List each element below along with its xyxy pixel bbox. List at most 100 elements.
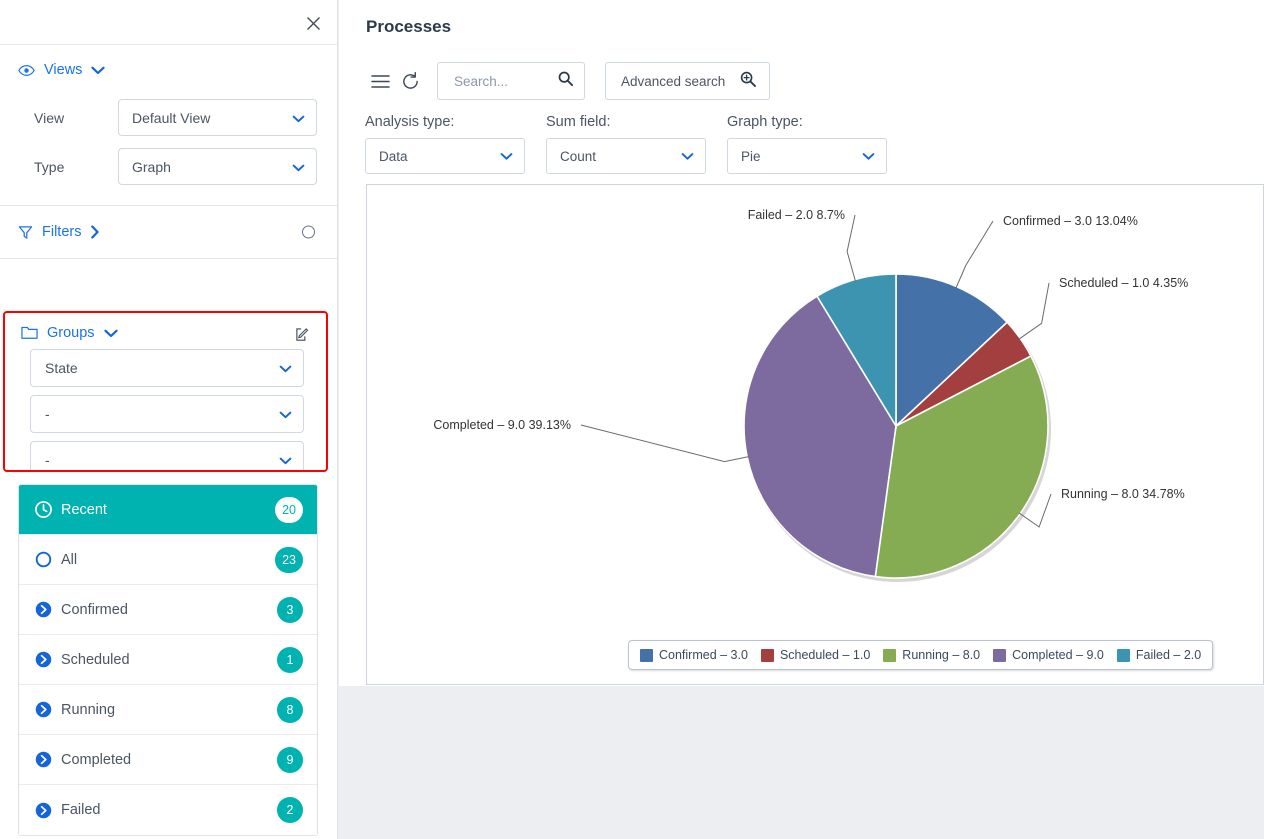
status-count-badge: 23 <box>275 546 303 573</box>
status-count-badge: 3 <box>277 596 303 623</box>
status-list-item-label: All <box>61 551 78 568</box>
selector-label: Sum field: <box>546 114 611 130</box>
legend-item-scheduled[interactable]: Scheduled – 1.0 <box>760 648 871 662</box>
status-list-item-failed[interactable]: Failed 2 <box>19 785 317 835</box>
pie-slice-label: Running – 8.0 34.78% <box>1061 487 1185 501</box>
clock-icon <box>35 501 61 518</box>
status-list: Recent 20 All 23 Confirmed 3 Scheduled 1 Running… <box>18 484 318 836</box>
advanced-search-button[interactable]: Advanced search <box>605 62 771 100</box>
sidebar-titlebar <box>0 0 337 45</box>
filters-section-header[interactable]: Filters <box>0 206 337 258</box>
group-select-1[interactable]: State <box>30 349 304 387</box>
filters-section-title: Filters <box>42 224 82 240</box>
group-select-2[interactable]: - <box>30 395 304 433</box>
status-list-item-scheduled[interactable]: Scheduled 1 <box>19 635 317 685</box>
circle-outline-icon <box>35 551 61 568</box>
legend-item-running[interactable]: Running – 8.0 <box>883 648 980 662</box>
view-field-label: View <box>34 109 65 126</box>
status-count-badge: 2 <box>277 797 303 823</box>
legend-label: Confirmed – 3.0 <box>659 648 748 662</box>
refresh-icon[interactable] <box>395 62 425 100</box>
legend-swatch <box>640 648 653 662</box>
edit-icon[interactable] <box>295 327 310 346</box>
circle-icon[interactable] <box>302 225 315 239</box>
group-select-3-value: - <box>45 452 50 468</box>
selector-dropdown[interactable]: Pie <box>727 138 887 174</box>
groups-section-header[interactable]: Groups <box>5 313 326 349</box>
status-list-item-completed[interactable]: Completed 9 <box>19 735 317 785</box>
selector-dropdown[interactable]: Data <box>365 138 525 174</box>
group-select-2-wrap: - <box>5 395 326 433</box>
close-icon[interactable] <box>301 11 325 35</box>
status-count-badge: 8 <box>277 696 303 723</box>
pie-slice-label: Completed – 9.0 39.13% <box>433 418 571 432</box>
pie-slice-label: Scheduled – 1.0 4.35% <box>1059 276 1188 290</box>
status-list-item-label: Failed <box>61 802 101 818</box>
group-select-3-wrap: - <box>5 441 326 470</box>
type-select[interactable]: Graph <box>118 148 317 185</box>
views-section: Views View Default View Type Graph <box>0 45 337 206</box>
status-list-item-confirmed[interactable]: Confirmed 3 <box>19 585 317 635</box>
legend-item-confirmed[interactable]: Confirmed – 3.0 <box>640 648 748 662</box>
selector-value: Data <box>379 148 408 164</box>
legend-swatch <box>760 648 774 662</box>
chevron-down-icon[interactable] <box>103 329 118 338</box>
chevron-down-icon <box>681 149 694 164</box>
legend-item-failed[interactable]: Failed – 2.0 <box>1116 648 1201 662</box>
selector-group-1: Sum field: Count <box>546 114 706 174</box>
status-list-item-label: Scheduled <box>61 651 130 668</box>
group-select-2-value: - <box>45 406 50 422</box>
selector-dropdown[interactable]: Count <box>546 138 706 174</box>
view-field-row: View Default View <box>0 93 337 142</box>
chart-option-selectors: Analysis type: Data Sum field: Count Graph t… <box>365 114 887 174</box>
type-field-row: Type Graph <box>0 142 337 191</box>
views-section-title: Views <box>44 62 83 78</box>
legend-swatch <box>1116 648 1130 662</box>
chevron-right-icon[interactable] <box>90 225 100 239</box>
eye-icon <box>18 64 35 77</box>
selector-value: Pie <box>741 148 761 164</box>
hamburger-menu-icon[interactable] <box>365 62 395 100</box>
selector-value: Count <box>560 148 597 164</box>
status-list-item-running[interactable]: Running 8 <box>19 685 317 735</box>
pie-leader-line <box>846 214 856 282</box>
status-list-item-all[interactable]: All 23 <box>19 535 317 585</box>
view-select-value: Default View <box>132 109 211 126</box>
groups-section: Groups State - - <box>3 311 328 472</box>
legend-swatch <box>883 648 897 662</box>
legend-label: Running – 8.0 <box>902 648 981 662</box>
arrow-circle-right-icon <box>35 701 61 718</box>
chevron-down-icon[interactable] <box>91 66 106 75</box>
type-select-value: Graph <box>132 158 171 175</box>
arrow-circle-right-icon <box>35 601 61 618</box>
group-select-3[interactable]: - <box>30 441 304 470</box>
search-box[interactable] <box>437 62 585 100</box>
chevron-down-icon <box>500 149 513 164</box>
search-input[interactable] <box>452 72 557 90</box>
search-icon[interactable] <box>558 71 573 91</box>
pie-leader-line <box>955 220 994 289</box>
main-content-panel: Processes Search... Advanced search Anal… <box>339 0 1264 686</box>
zoom-in-icon <box>740 71 757 92</box>
status-count-badge: 9 <box>277 746 303 773</box>
legend-item-completed[interactable]: Completed – 9.0 <box>993 648 1104 662</box>
views-section-header[interactable]: Views <box>0 45 337 93</box>
funnel-icon <box>18 225 33 240</box>
toolbar: Advanced search <box>365 62 771 100</box>
legend-label: Scheduled – 1.0 <box>779 648 871 662</box>
status-list-item-label: Completed <box>61 751 132 768</box>
type-field-label: Type <box>34 158 65 175</box>
chevron-down-icon <box>292 159 305 175</box>
pie-leader-line <box>1018 282 1050 340</box>
advanced-search-label: Advanced search <box>621 73 726 89</box>
status-count-badge: 1 <box>277 646 303 673</box>
chevron-down-icon <box>279 360 292 376</box>
arrow-circle-right-icon <box>35 802 61 819</box>
view-select[interactable]: Default View <box>118 99 317 136</box>
status-list-item-recent[interactable]: Recent 20 <box>19 485 317 535</box>
chevron-down-icon <box>279 406 292 422</box>
pie-slice-label: Failed – 2.0 8.7% <box>748 208 845 222</box>
pie-slice-label: Confirmed – 3.0 13.04% <box>1003 214 1138 228</box>
chevron-down-icon <box>279 452 292 468</box>
page-title: Processes <box>366 17 452 36</box>
